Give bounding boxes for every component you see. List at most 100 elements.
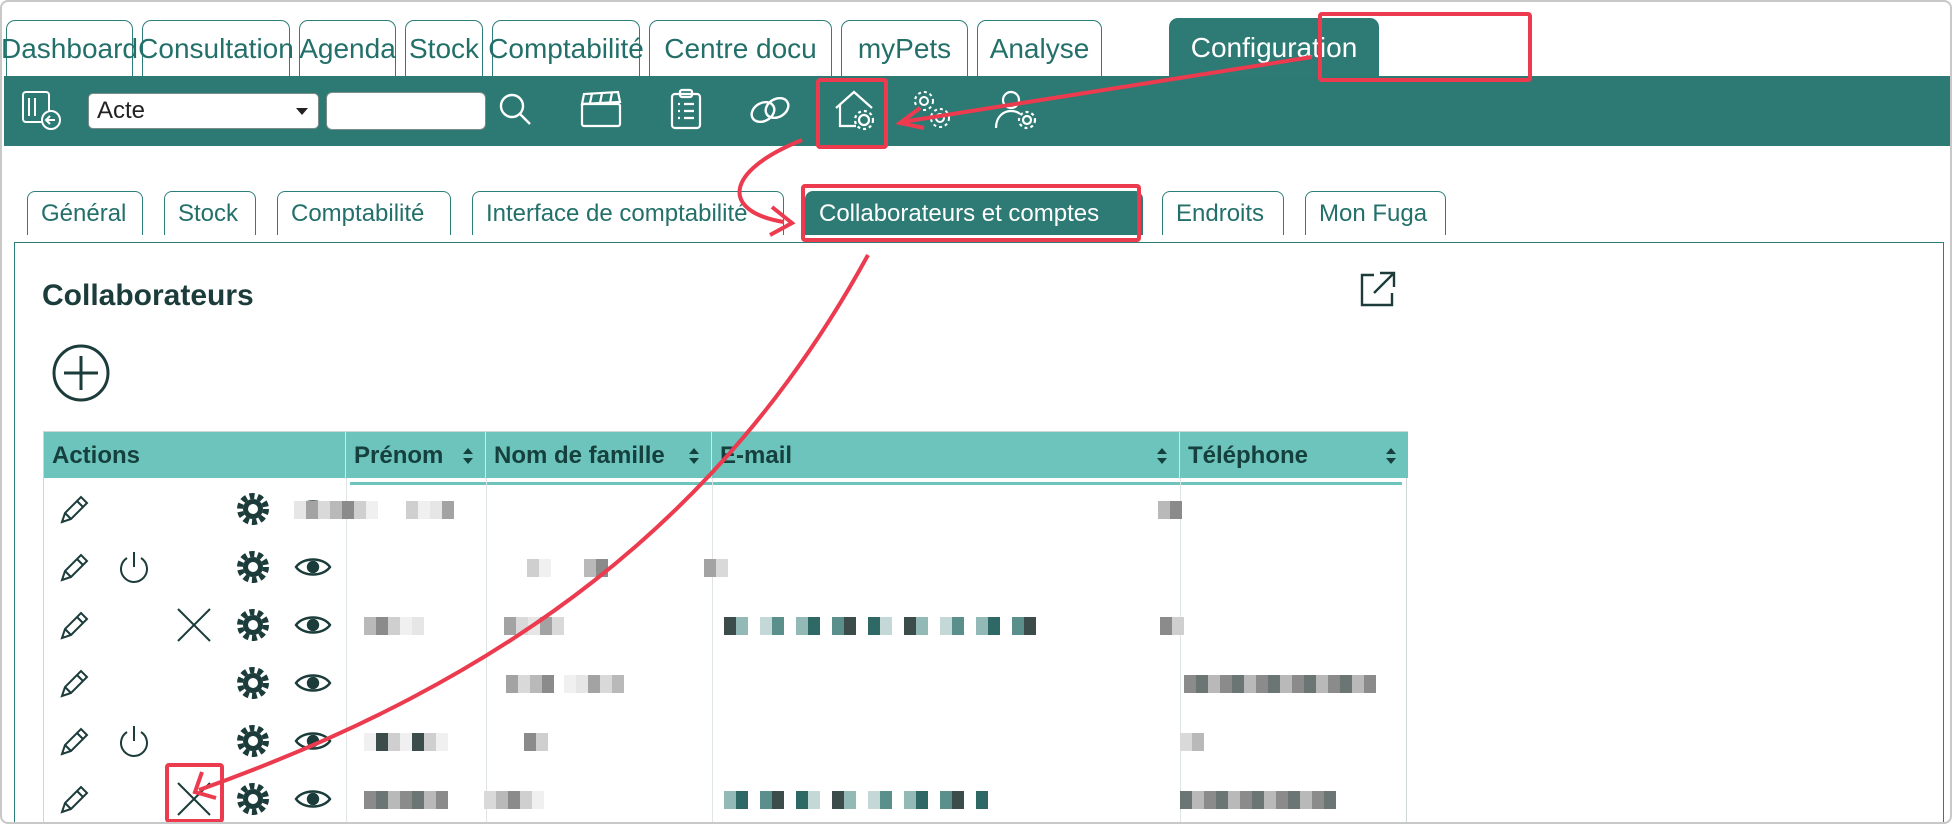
subtab-interface-comptabilite[interactable]: Interface de comptabilité [472,191,784,235]
settings-icon[interactable] [233,779,273,819]
redacted-cell [1184,675,1196,693]
redacted-cell [1172,617,1184,635]
power-icon[interactable] [114,547,154,587]
subtab-stock[interactable]: Stock [164,191,256,235]
tab-mypets[interactable]: myPets [841,20,968,76]
view-icon[interactable] [293,663,333,703]
gears-icon[interactable] [908,86,956,134]
redacted-cell [1024,617,1036,635]
column-header-nom[interactable]: Nom de famille [486,432,712,479]
column-header-telephone[interactable]: Téléphone [1180,432,1408,479]
redacted-cell [1158,501,1170,519]
view-icon[interactable] [293,779,333,819]
subtab-endroits[interactable]: Endroits [1162,191,1284,235]
redacted-cell [612,675,624,693]
redacted-cell [868,791,880,809]
edit-icon[interactable] [54,779,94,819]
redacted-cell [436,733,448,751]
settings-icon[interactable] [233,721,273,761]
settings-icon[interactable] [233,489,273,529]
tab-stock[interactable]: Stock [405,20,483,76]
search-type-value: Acte [97,97,146,124]
redacted-cell [1264,791,1276,809]
redacted-cell [406,501,418,519]
add-collaborator-button[interactable] [51,343,111,403]
settings-icon[interactable] [233,547,273,587]
redacted-cell [424,733,436,751]
view-icon[interactable] [293,547,333,587]
tab-configuration[interactable]: Configuration [1169,18,1379,76]
home-settings-icon[interactable] [830,86,878,134]
settings-icon[interactable] [233,605,273,645]
tab-agenda[interactable]: Agenda [299,20,396,76]
view-icon[interactable] [293,605,333,645]
subtab-collaborateurs[interactable]: Collaborateurs et comptes [805,191,1143,235]
search-input[interactable] [326,92,486,130]
tab-dashboard[interactable]: Dashboard [2,20,138,76]
redacted-cell [1304,675,1316,693]
link-icon[interactable] [746,86,794,134]
clipboard-icon[interactable] [662,86,710,134]
redacted-cell [772,617,784,635]
tab-analyse[interactable]: Analyse [977,20,1102,76]
power-icon[interactable] [114,721,154,761]
redacted-cell [1160,617,1172,635]
app-window: Dashboard Consultation Agenda Stock Comp… [0,0,1952,824]
redacted-cell [1192,733,1204,751]
settings-icon[interactable] [233,663,273,703]
redacted-cell [1300,791,1312,809]
redacted-cell [808,791,820,809]
user-settings-icon[interactable] [992,86,1040,134]
edit-icon[interactable] [54,663,94,703]
redacted-cell [364,617,376,635]
redacted-cell [832,791,844,809]
sort-icon[interactable] [461,445,475,467]
redacted-cell [484,791,496,809]
redacted-cell [400,617,412,635]
edit-icon[interactable] [54,605,94,645]
back-to-list-icon[interactable] [18,86,66,134]
column-header-prenom[interactable]: Prénom [346,432,486,479]
external-link-icon[interactable] [1356,267,1400,311]
redacted-cell [856,617,868,635]
redacted-cell [1352,675,1364,693]
subtab-comptabilite[interactable]: Comptabilité [277,191,451,235]
redacted-cell [988,617,1000,635]
redacted-cell [418,501,430,519]
sort-icon[interactable] [687,445,701,467]
chevron-down-icon [296,108,308,115]
delete-icon[interactable] [174,605,214,645]
table-row [44,717,1408,775]
subtab-mon-fuga[interactable]: Mon Fuga [1305,191,1446,235]
tab-consultation[interactable]: Consultation [138,20,294,76]
edit-icon[interactable] [54,489,94,529]
edit-icon[interactable] [54,547,94,587]
redacted-cell [892,791,904,809]
redacted-cell [530,675,542,693]
redacted-cell [424,791,436,809]
search-icon[interactable] [492,86,540,134]
search-type-select[interactable]: Acte [88,93,319,129]
redacted-cell [976,791,988,809]
redacted-cell [376,733,388,751]
view-icon[interactable] [293,721,333,761]
redacted-cell [1180,791,1192,809]
tab-comptabilite[interactable]: Comptabilité [488,20,644,76]
redacted-cell [596,559,608,577]
edit-icon[interactable] [54,721,94,761]
tab-centre-docu[interactable]: Centre docu [649,20,832,76]
redacted-cell [892,617,904,635]
redacted-cell [1170,501,1182,519]
redacted-cell [808,617,820,635]
sort-icon[interactable] [1155,445,1169,467]
redacted-cell [952,791,964,809]
table-row [44,543,1408,601]
delete-icon[interactable] [174,779,214,819]
redacted-cell [760,617,772,635]
redacted-cell [716,559,728,577]
sort-icon[interactable] [1384,445,1398,467]
redacted-cell [784,791,796,809]
clapperboard-icon[interactable] [577,86,625,134]
column-header-email[interactable]: E-mail [712,432,1180,479]
subtab-general[interactable]: Général [27,191,143,235]
